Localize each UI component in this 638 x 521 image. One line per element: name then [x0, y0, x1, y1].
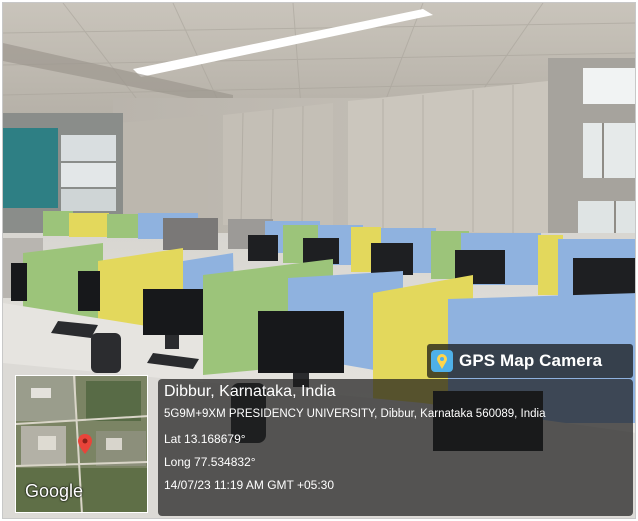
window-left-2	[61, 163, 116, 187]
curtain-mid	[223, 103, 333, 228]
datetime-text: 14/07/23 11:19 AM GMT +05:30	[164, 478, 335, 492]
window-left-teal	[3, 128, 58, 208]
window-right-1	[583, 68, 635, 104]
window-left-1	[61, 135, 116, 161]
longitude-text: Long 77.534832°	[164, 455, 256, 469]
photo-frame: GPS Map Camera Google Dibbur, Karnataka,…	[2, 2, 636, 519]
map-pin-icon	[78, 434, 92, 454]
curtain-left	[118, 115, 208, 221]
map-thumbnail: Google	[15, 375, 148, 513]
location-info-panel: Dibbur, Karnataka, India 5G9M+9XM PRESID…	[158, 379, 633, 516]
address-text: 5G9M+9XM PRESIDENCY UNIVERSITY, Dibbur, …	[164, 408, 546, 420]
gps-badge-title: GPS Map Camera	[459, 351, 603, 370]
window-right-2	[583, 123, 635, 178]
location-title: Dibbur, Karnataka, India	[164, 383, 336, 400]
latitude-text: Lat 13.168679°	[164, 432, 246, 446]
window-left-3	[61, 189, 116, 211]
gps-camera-icon	[431, 350, 453, 372]
curtain-right	[348, 81, 548, 233]
google-logo: Google	[25, 481, 84, 501]
gps-map-camera-badge: GPS Map Camera	[427, 344, 633, 378]
